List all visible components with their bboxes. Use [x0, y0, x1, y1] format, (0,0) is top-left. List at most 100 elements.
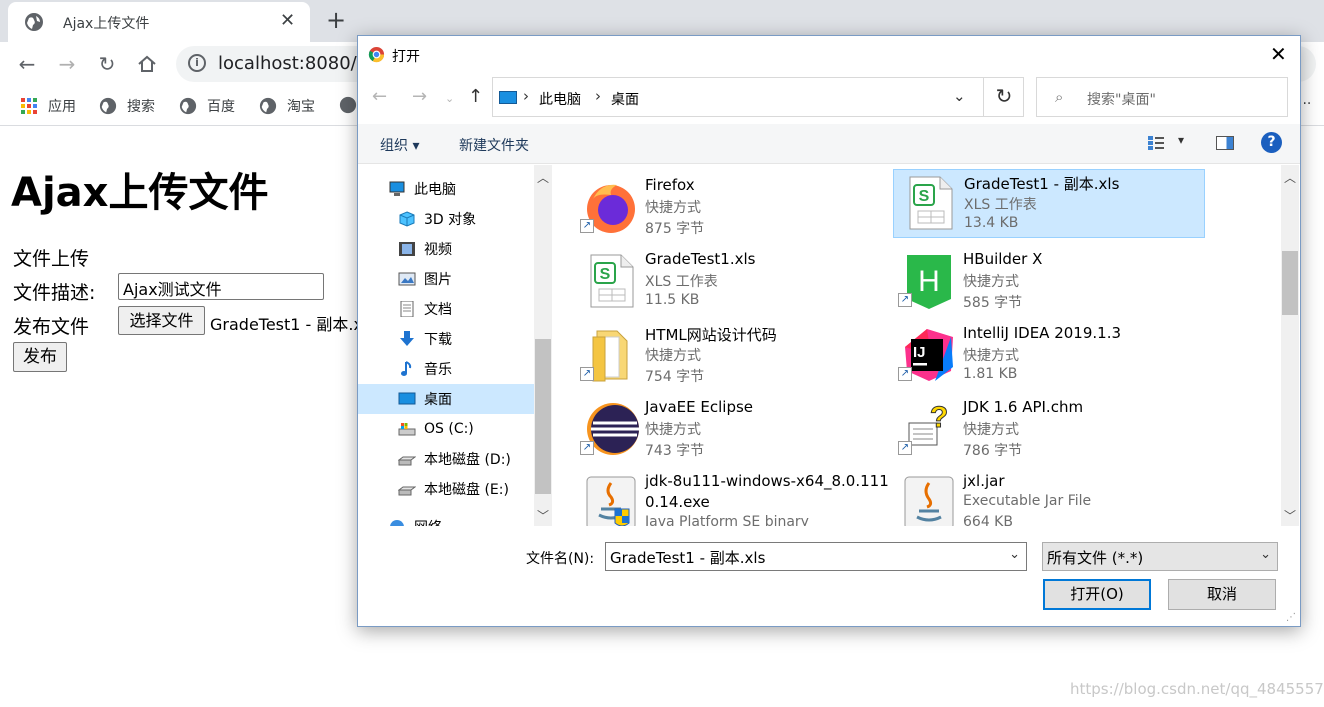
nav-label: 音乐 [424, 362, 452, 378]
scroll-up-icon[interactable]: ︿ [537, 169, 549, 186]
breadcrumb[interactable]: › 此电脑 › 桌面 ⌄ [492, 77, 1024, 117]
scroll-down-icon[interactable]: ﹀ [537, 507, 549, 524]
back-arrow-icon[interactable]: ← [372, 86, 387, 107]
file-item[interactable]: ↗ Firefox 快捷方式 875 字节 [575, 173, 887, 241]
file-item[interactable]: jxl.jar Executable Jar File 664 KB [893, 469, 1205, 526]
file-name: Firefox [645, 176, 695, 194]
apps-grid-icon [21, 98, 37, 114]
file-list-scrollbar[interactable]: ︿ ﹀ [1281, 165, 1299, 526]
refresh-button[interactable]: ↻ [983, 77, 1024, 117]
svg-text:?: ? [930, 401, 948, 434]
close-tab-icon[interactable]: ✕ [280, 10, 295, 31]
chevron-right-icon[interactable]: › [595, 87, 601, 105]
video-icon [399, 242, 415, 256]
nav-item-downloads[interactable]: 下载 [398, 324, 452, 354]
info-icon[interactable]: i [188, 54, 206, 72]
scroll-thumb[interactable] [1282, 251, 1298, 315]
scroll-up-icon[interactable]: ︿ [1284, 169, 1296, 186]
nav-item-documents[interactable]: 文档 [398, 294, 452, 324]
nav-item-network[interactable]: 网络 [388, 512, 442, 526]
forward-arrow-icon[interactable]: → [412, 86, 427, 107]
tab-title: Ajax上传文件 [63, 16, 150, 32]
home-icon[interactable] [137, 54, 157, 74]
nav-item-drive-d[interactable]: 本地磁盘 (D:) [398, 444, 511, 474]
filetype-value: 所有文件 (*.*) [1047, 549, 1144, 567]
file-item[interactable]: S GradeTest1.xls XLS 工作表 11.5 KB [575, 247, 887, 315]
page-title: Ajax上传文件 [11, 170, 269, 216]
network-icon [390, 520, 404, 526]
bookmark-baidu[interactable]: 百度 [179, 96, 235, 116]
document-icon [400, 301, 414, 317]
preview-pane-icon[interactable] [1216, 136, 1234, 150]
file-name: jdk-8u111-windows-x64_8.0.111 [645, 472, 889, 490]
scroll-down-icon[interactable]: ﹀ [1284, 507, 1296, 524]
up-arrow-icon[interactable]: ↑ [468, 86, 483, 107]
choose-file-button[interactable]: 选择文件 [118, 306, 205, 335]
chevron-down-icon[interactable]: ⌄ [1009, 547, 1020, 562]
reload-icon[interactable]: ↻ [93, 50, 121, 78]
nav-item-drive-c[interactable]: OS (C:) [398, 414, 474, 444]
file-name: GradeTest1.xls [645, 250, 756, 268]
bookmark-search[interactable]: 搜索 [99, 96, 155, 116]
chevron-right-icon[interactable]: › [523, 87, 529, 105]
nav-item-videos[interactable]: 视频 [398, 234, 452, 264]
nav-label: 3D 对象 [424, 212, 477, 228]
navigation-pane: 此电脑 3D 对象 视频 图片 文档 下载 音乐 桌面 OS (C:) 本地磁盘… [358, 165, 552, 526]
breadcrumb-item[interactable]: 桌面 [611, 89, 639, 109]
open-button[interactable]: 打开(O) [1043, 579, 1151, 610]
search-input[interactable]: ⌕ 搜索"桌面" [1036, 77, 1288, 117]
new-tab-button[interactable]: + [326, 6, 346, 34]
file-item[interactable]: ↗ HTML网站设计代码 快捷方式 754 字节 [575, 321, 887, 389]
desc-label: 文件描述: [13, 282, 96, 304]
nav-label: 视频 [424, 242, 452, 258]
breadcrumb-item[interactable]: 此电脑 [539, 89, 581, 109]
nav-item-3d-objects[interactable]: 3D 对象 [398, 204, 476, 234]
nav-item-music[interactable]: 音乐 [398, 354, 452, 384]
resize-grip-icon[interactable]: ⋰ [1286, 612, 1296, 623]
description-input[interactable]: Ajax测试文件 [118, 273, 324, 300]
recent-dropdown-icon[interactable]: ⌄ [445, 92, 454, 105]
nav-scrollbar[interactable]: ︿ ﹀ [534, 165, 552, 526]
new-folder-button[interactable]: 新建文件夹 [459, 135, 529, 155]
bookmark-apps[interactable]: 应用 [20, 96, 76, 116]
file-name: JDK 1.6 API.chm [963, 398, 1084, 416]
organize-button[interactable]: 组织 ▾ [380, 135, 419, 155]
file-item[interactable]: H ↗ HBuilder X 快捷方式 585 字节 [893, 247, 1205, 315]
bookmark-taobao[interactable]: 淘宝 [259, 96, 315, 116]
caret-down-icon[interactable]: ▾ [1178, 133, 1184, 147]
scroll-thumb[interactable] [535, 339, 551, 494]
browser-tab[interactable]: Ajax上传文件 ✕ [8, 2, 310, 42]
file-item-selected[interactable]: S GradeTest1 - 副本.xls XLS 工作表 13.4 KB [893, 169, 1205, 238]
search-icon: ⌕ [1055, 88, 1064, 106]
file-name-line2: 0.14.exe [645, 493, 710, 511]
chevron-down-icon[interactable]: ⌄ [953, 87, 966, 105]
computer-icon [389, 181, 405, 196]
bookmark-label: 百度 [207, 99, 235, 115]
view-options-icon[interactable] [1148, 136, 1164, 150]
shortcut-arrow-icon: ↗ [580, 441, 594, 455]
svg-text:S: S [919, 188, 930, 205]
filename-input[interactable]: GradeTest1 - 副本.xls ⌄ [605, 542, 1027, 571]
chevron-down-icon[interactable]: ⌄ [1260, 547, 1271, 562]
filetype-select[interactable]: 所有文件 (*.*) ⌄ [1042, 542, 1278, 571]
file-item[interactable]: ↗ JavaEE Eclipse 快捷方式 743 字节 [575, 395, 887, 463]
open-file-dialog: 打开 ✕ ← → ⌄ ↑ › 此电脑 › 桌面 ⌄ ↻ ⌕ 搜索"桌面" 组织 … [357, 35, 1301, 627]
help-icon[interactable]: ? [1261, 132, 1282, 153]
shortcut-arrow-icon: ↗ [580, 219, 594, 233]
publish-button[interactable]: 发布 [13, 342, 67, 372]
computer-icon [499, 91, 517, 104]
nav-label: 下载 [424, 332, 452, 348]
file-item[interactable]: IJ ↗ IntelliJ IDEA 2019.1.3 快捷方式 1.81 KB [893, 321, 1205, 389]
shortcut-arrow-icon: ↗ [898, 367, 912, 381]
nav-item-drive-e[interactable]: 本地磁盘 (E:) [398, 474, 509, 504]
nav-item-desktop[interactable]: 桌面 [398, 384, 452, 414]
nav-item-this-pc[interactable]: 此电脑 [388, 174, 456, 204]
file-item[interactable]: ? ↗ JDK 1.6 API.chm 快捷方式 786 字节 [893, 395, 1205, 463]
cancel-button[interactable]: 取消 [1168, 579, 1276, 610]
nav-label: OS (C:) [424, 421, 474, 437]
back-arrow-icon[interactable]: ← [13, 50, 41, 78]
file-item[interactable]: jdk-8u111-windows-x64_8.0.111 0.14.exe J… [575, 469, 889, 526]
forward-arrow-icon[interactable]: → [53, 50, 81, 78]
nav-item-pictures[interactable]: 图片 [398, 264, 452, 294]
close-icon[interactable]: ✕ [1270, 42, 1287, 66]
